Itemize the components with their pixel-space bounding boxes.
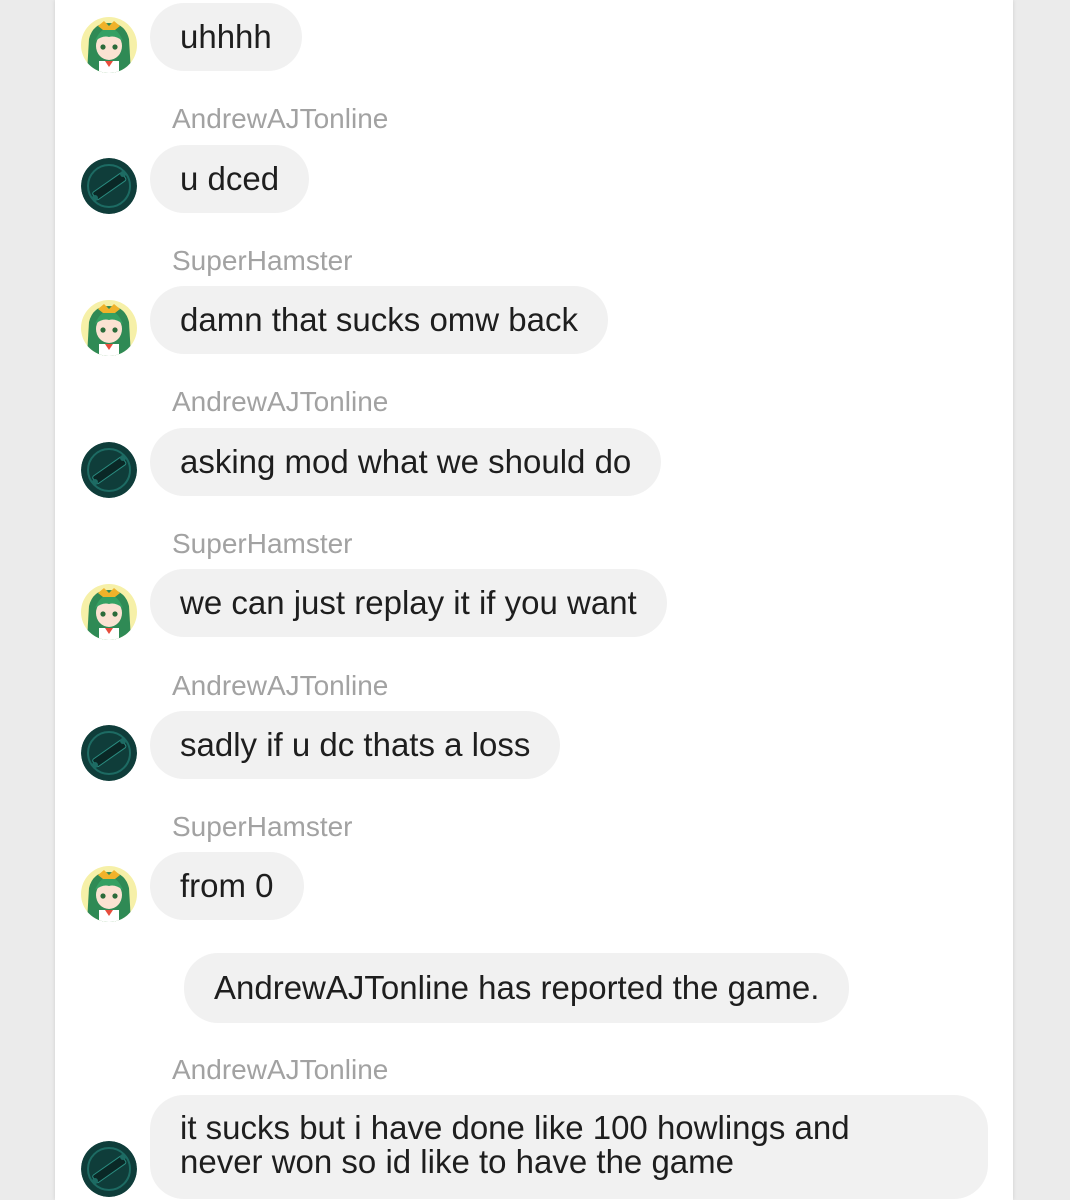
sender-name[interactable]: SuperHamster bbox=[172, 245, 353, 277]
superhamster-avatar[interactable] bbox=[81, 300, 137, 356]
superhamster-avatar[interactable] bbox=[81, 584, 137, 640]
message-text: we can just replay it if you want bbox=[180, 584, 637, 621]
sender-name[interactable]: AndrewAJTonline bbox=[172, 103, 388, 135]
message-bubble[interactable]: it sucks but i have done like 100 howlin… bbox=[150, 1095, 988, 1199]
superhamster-avatar[interactable] bbox=[81, 866, 137, 922]
sender-name[interactable]: AndrewAJTonline bbox=[172, 1054, 388, 1086]
message-text: uhhhh bbox=[180, 18, 272, 55]
message-bubble[interactable]: asking mod what we should do bbox=[150, 428, 662, 496]
message-text: sadly if u dc thats a loss bbox=[180, 726, 531, 763]
anime-girl-avatar-icon bbox=[81, 17, 137, 73]
dark-teal-logo-icon bbox=[81, 1141, 137, 1197]
andrewajtonline-avatar[interactable] bbox=[81, 725, 137, 781]
andrewajtonline-avatar[interactable] bbox=[81, 442, 137, 498]
sender-name[interactable]: AndrewAJTonline bbox=[172, 386, 388, 418]
andrewajtonline-avatar[interactable] bbox=[81, 158, 137, 214]
message-bubble[interactable]: from 0 bbox=[150, 852, 304, 920]
message-bubble[interactable]: sadly if u dc thats a loss bbox=[150, 711, 561, 779]
sender-name[interactable]: SuperHamster bbox=[172, 811, 353, 843]
dark-teal-logo-icon bbox=[81, 158, 137, 214]
sender-name[interactable]: AndrewAJTonline bbox=[172, 670, 388, 702]
message-bubble[interactable]: we can just replay it if you want bbox=[150, 569, 667, 637]
anime-girl-avatar-icon bbox=[81, 300, 137, 356]
message-text: from 0 bbox=[180, 867, 274, 904]
message-text: damn that sucks omw back bbox=[180, 301, 578, 338]
dark-teal-logo-icon bbox=[81, 442, 137, 498]
andrewajtonline-avatar[interactable] bbox=[81, 1141, 137, 1197]
message-text: asking mod what we should do bbox=[180, 443, 632, 480]
message-bubble[interactable]: damn that sucks omw back bbox=[150, 286, 608, 354]
message-text-line: never won so id like to have the game bbox=[180, 1143, 734, 1180]
sender-name[interactable]: SuperHamster bbox=[172, 528, 353, 560]
message-bubble[interactable]: uhhhh bbox=[150, 3, 302, 71]
message-text-line: it sucks but i have done like 100 howlin… bbox=[180, 1109, 850, 1146]
message-text: u dced bbox=[180, 160, 280, 197]
anime-girl-avatar-icon bbox=[81, 866, 137, 922]
dark-teal-logo-icon bbox=[81, 725, 137, 781]
system-message: AndrewAJTonline has reported the game. bbox=[184, 953, 850, 1023]
message-bubble[interactable]: u dced bbox=[150, 145, 310, 213]
superhamster-avatar[interactable] bbox=[81, 17, 137, 73]
system-message-text: AndrewAJTonline has reported the game. bbox=[214, 969, 820, 1006]
anime-girl-avatar-icon bbox=[81, 584, 137, 640]
